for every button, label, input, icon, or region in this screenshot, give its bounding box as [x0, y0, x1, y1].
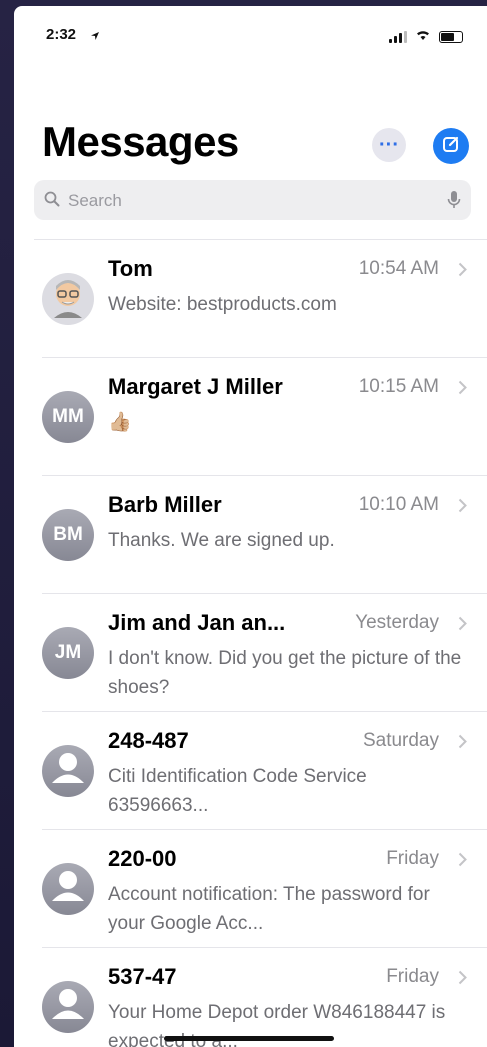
page-title: Messages	[42, 118, 239, 165]
message-preview: Citi Identification Code Service 6359666…	[108, 766, 367, 816]
person-icon	[42, 978, 94, 1036]
message-time: Friday	[386, 848, 439, 869]
avatar: MM	[42, 391, 94, 443]
status-time: 2:32	[46, 26, 77, 43]
location-arrow-icon	[90, 28, 100, 46]
avatar	[42, 863, 94, 915]
phone-screen: 2:32 Messages ··· Search Tom 10:54 AM We…	[14, 6, 487, 1047]
avatar-initials: BM	[53, 524, 83, 545]
contact-name: 537-47	[108, 964, 177, 989]
memoji-icon	[46, 274, 90, 324]
conversation-row[interactable]: Tom 10:54 AM Website: bestproducts.com	[14, 240, 487, 358]
person-icon	[42, 860, 94, 918]
message-preview: Account notification: The password for y…	[108, 884, 430, 934]
message-time: Yesterday	[355, 612, 439, 633]
avatar	[42, 273, 94, 325]
home-indicator[interactable]	[164, 1036, 334, 1041]
chevron-right-icon	[458, 380, 467, 400]
message-preview: Thanks. We are signed up.	[108, 530, 335, 551]
avatar	[42, 745, 94, 797]
conversation-row[interactable]: BM Barb Miller 10:10 AM Thanks. We are s…	[14, 476, 487, 594]
avatar	[42, 981, 94, 1033]
contact-name: Margaret J Miller	[108, 374, 283, 399]
chevron-right-icon	[458, 852, 467, 872]
contact-name: Tom	[108, 256, 153, 281]
battery-icon	[439, 31, 463, 43]
chevron-right-icon	[458, 498, 467, 518]
contact-name: Barb Miller	[108, 492, 222, 517]
chevron-right-icon	[458, 616, 467, 636]
cellular-signal-icon	[389, 31, 407, 43]
conversation-row[interactable]: 248-487 Saturday Citi Identification Cod…	[14, 712, 487, 830]
conversation-row[interactable]: JM Jim and Jan an... Yesterday I don't k…	[14, 594, 487, 712]
conversation-list: Tom 10:54 AM Website: bestproducts.com M…	[14, 240, 487, 1047]
status-bar: 2:32	[14, 6, 487, 66]
message-time: Saturday	[362, 730, 439, 751]
avatar-initials: JM	[54, 642, 82, 663]
compose-button[interactable]	[433, 128, 469, 164]
contact-name: 220-00	[108, 846, 177, 871]
ellipsis-icon: ···	[379, 134, 399, 156]
avatar: JM	[42, 627, 94, 679]
compose-icon	[441, 134, 461, 159]
message-preview: Website: bestproducts.com	[108, 294, 337, 315]
contact-name: Jim and Jan an...	[108, 610, 286, 635]
device-frame: 2:32 Messages ··· Search Tom 10:54 AM We…	[0, 0, 487, 1047]
chevron-right-icon	[458, 262, 467, 282]
message-preview: I don't know. Did you get the picture of…	[108, 648, 462, 698]
message-time: Friday	[386, 966, 439, 987]
more-options-button[interactable]: ···	[372, 128, 406, 162]
message-time: 10:54 AM	[358, 258, 439, 279]
microphone-icon[interactable]	[447, 190, 461, 215]
status-icons	[389, 28, 463, 46]
search-input[interactable]	[66, 180, 430, 222]
person-icon	[42, 742, 94, 800]
chevron-right-icon	[458, 970, 467, 990]
message-time: 10:15 AM	[358, 376, 439, 397]
chevron-right-icon	[458, 734, 467, 754]
conversation-row[interactable]: 220-00 Friday Account notification: The …	[14, 830, 487, 948]
message-time: 10:10 AM	[358, 494, 439, 515]
avatar: BM	[42, 509, 94, 561]
conversation-row[interactable]: MM Margaret J Miller 10:15 AM 👍🏼	[14, 358, 487, 476]
wifi-icon	[415, 28, 431, 46]
avatar-initials: MM	[52, 406, 84, 427]
contact-name: 248-487	[108, 728, 189, 753]
search-bar[interactable]	[34, 180, 471, 222]
search-icon	[44, 191, 60, 212]
conversation-row[interactable]: 537-47 Friday Your Home Depot order W846…	[14, 948, 487, 1047]
message-preview: 👍🏼	[108, 412, 132, 433]
